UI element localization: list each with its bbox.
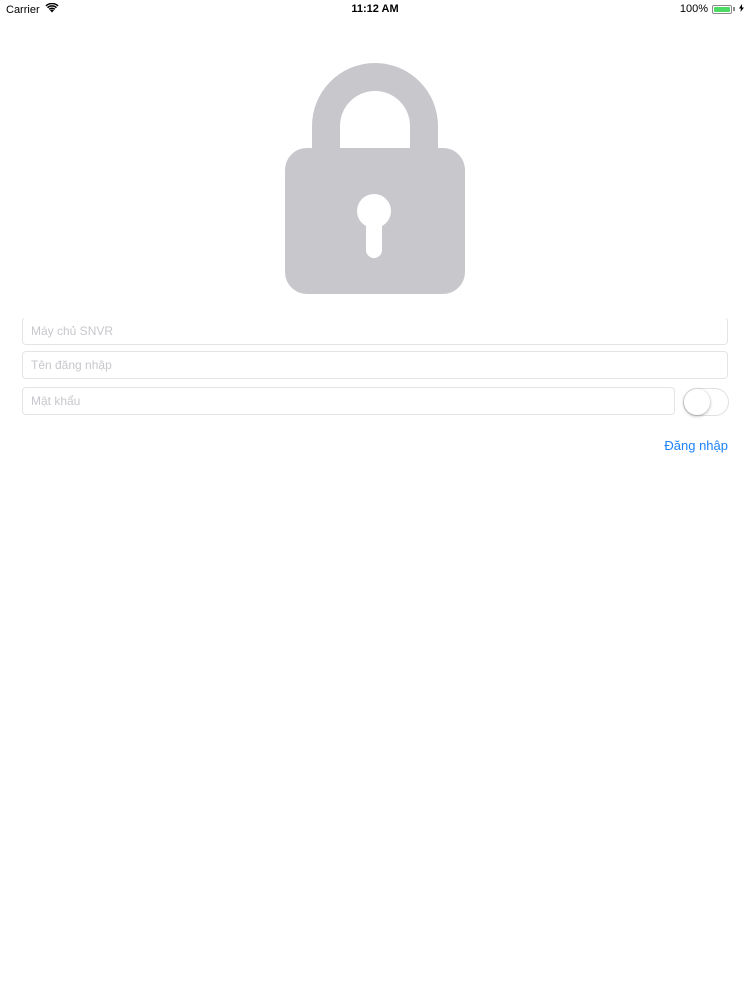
server-field[interactable]	[22, 317, 728, 345]
battery-fill	[714, 6, 730, 12]
lock-icon	[285, 60, 465, 296]
battery-icon	[712, 4, 732, 14]
show-password-toggle[interactable]	[683, 388, 729, 416]
toggle-knob[interactable]	[684, 389, 710, 415]
battery-tip	[733, 7, 735, 11]
keyhole-slot	[366, 218, 382, 258]
username-field[interactable]	[22, 351, 728, 379]
status-right: 100%	[680, 3, 744, 15]
battery-percent: 100%	[679, 3, 708, 15]
status-time: 11:12 AM	[351, 3, 399, 15]
server-input[interactable]	[23, 318, 727, 344]
password-field[interactable]	[22, 387, 675, 415]
lock-shackle	[312, 63, 438, 158]
status-bar: Carrier 11:12 AM 100%	[0, 0, 750, 20]
charging-icon	[739, 4, 744, 14]
username-input[interactable]	[23, 352, 727, 378]
login-button[interactable]: Đăng nhập	[664, 438, 728, 453]
password-input[interactable]	[23, 388, 674, 414]
